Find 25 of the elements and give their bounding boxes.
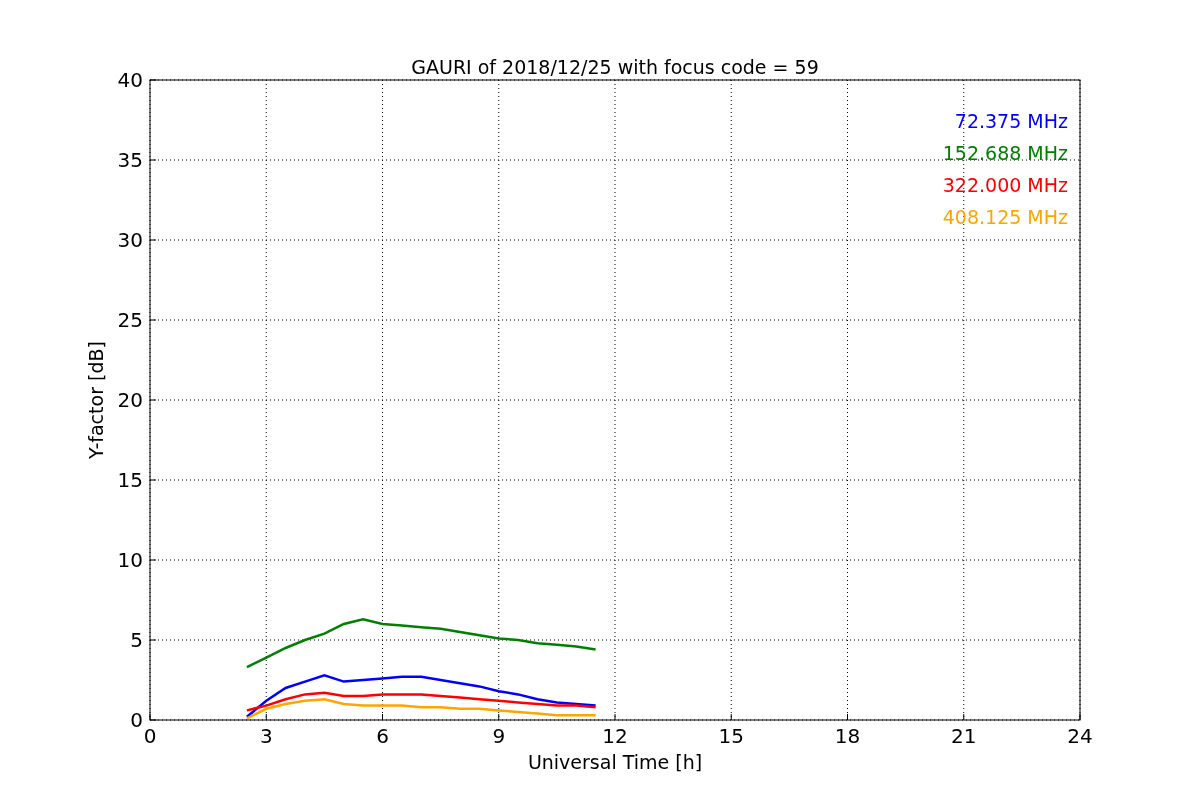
x-tick-label: 12 xyxy=(602,724,628,748)
legend-label: 72.375 MHz xyxy=(954,110,1068,132)
y-tick-label: 15 xyxy=(117,468,143,492)
y-tick-label: 20 xyxy=(117,388,143,412)
y-tick-label: 0 xyxy=(130,708,143,732)
y-tick-label: 5 xyxy=(130,628,143,652)
legend-label: 408.125 MHz xyxy=(942,206,1068,228)
x-tick-label: 15 xyxy=(718,724,744,748)
y-tick-label: 35 xyxy=(117,148,143,172)
x-tick-label: 0 xyxy=(143,724,157,748)
y-tick-label: 40 xyxy=(117,68,143,92)
x-tick-label: 6 xyxy=(376,724,389,748)
legend-label: 152.688 MHz xyxy=(942,142,1068,164)
legend-label: 322.000 MHz xyxy=(942,174,1068,196)
x-tick-label: 24 xyxy=(1067,724,1093,748)
y-tick-label: 10 xyxy=(117,548,143,572)
x-tick-label: 3 xyxy=(259,724,273,748)
y-axis-label: Y-factor [dB] xyxy=(85,341,107,459)
x-tick-label: 21 xyxy=(951,724,977,748)
x-tick-label: 18 xyxy=(834,724,861,748)
y-tick-label: 25 xyxy=(117,308,143,332)
chart-title: GAURI of 2018/12/25 with focus code = 59 xyxy=(411,56,819,78)
x-tick-label: 9 xyxy=(492,724,506,748)
x-axis-label: Universal Time [h] xyxy=(527,751,703,773)
y-tick-label: 30 xyxy=(117,228,143,252)
